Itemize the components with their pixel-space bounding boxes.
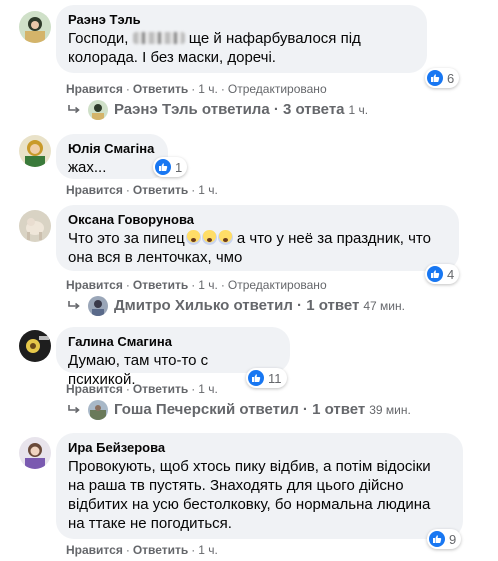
like-button[interactable]: Нравится	[66, 382, 123, 396]
comment-time[interactable]: 1 ч.	[198, 183, 218, 197]
view-replies[interactable]: Гоша Печерский ответил · 1 ответ 39 мин.	[66, 400, 411, 420]
comment-bubble: Раэнэ Тэль Господи, ще й нафарбувалося п…	[56, 5, 427, 73]
comment-actions: Нравится · Ответить · 1 ч.	[66, 182, 218, 198]
reaction-count[interactable]: 4	[425, 264, 460, 284]
avatar	[88, 100, 108, 120]
separator: ·	[191, 82, 196, 96]
reply-arrow-icon	[66, 402, 82, 418]
like-count: 11	[268, 370, 282, 386]
comment-actions: Нравится · Ответить · 1 ч.	[66, 381, 218, 397]
replies-summary[interactable]: Гоша Печерский ответил · 1 ответ	[114, 400, 365, 420]
like-icon	[427, 70, 443, 86]
reaction-count[interactable]: 9	[427, 529, 462, 549]
edited-label[interactable]: Отредактировано	[228, 278, 327, 292]
separator: ·	[220, 82, 225, 96]
like-icon	[429, 531, 445, 547]
separator: ·	[125, 543, 130, 557]
like-count: 4	[447, 266, 455, 282]
comment-author[interactable]: Юлія Смагіна	[68, 141, 156, 157]
replies-time: 47 мин.	[363, 299, 405, 313]
comments-feed: Раэнэ Тэль Господи, ще й нафарбувалося п…	[0, 0, 498, 561]
like-button[interactable]: Нравится	[66, 278, 123, 292]
replies-summary[interactable]: Дмитро Хилько ответил · 1 ответ	[114, 296, 359, 316]
screaming-emoji-icon	[217, 230, 233, 245]
like-button[interactable]: Нравится	[66, 82, 123, 96]
reply-button[interactable]: Ответить	[133, 183, 188, 197]
comment-time[interactable]: 1 ч.	[198, 543, 218, 557]
like-count: 1	[175, 159, 183, 175]
like-count: 6	[447, 70, 455, 86]
redacted-word	[132, 32, 185, 44]
comment-time[interactable]: 1 ч.	[198, 278, 218, 292]
like-button[interactable]: Нравится	[66, 183, 123, 197]
comment-time[interactable]: 1 ч.	[198, 382, 218, 396]
replies-time: 39 мин.	[369, 403, 411, 417]
avatar[interactable]	[19, 437, 51, 469]
avatar	[88, 296, 108, 316]
separator: ·	[191, 543, 196, 557]
avatar[interactable]	[19, 330, 51, 362]
avatar	[88, 400, 108, 420]
view-replies[interactable]: Дмитро Хилько ответил · 1 ответ 47 мин.	[66, 296, 405, 316]
screaming-emoji-icon	[201, 230, 217, 245]
separator: ·	[191, 278, 196, 292]
comment-text: жах...	[68, 159, 107, 176]
comment-time[interactable]: 1 ч.	[198, 82, 218, 96]
separator: ·	[191, 183, 196, 197]
replies-time: 1 ч.	[348, 103, 369, 117]
separator: ·	[191, 382, 196, 396]
reply-button[interactable]: Ответить	[133, 382, 188, 396]
comment-actions: Нравится · Ответить · 1 ч. · Отредактировано	[66, 277, 327, 293]
reply-button[interactable]: Ответить	[133, 543, 188, 557]
comment-bubble: Оксана Говорунова Что это за пипец а что…	[56, 205, 459, 271]
comment-bubble: Галина Смагина Думаю, там что-то с психи…	[56, 327, 290, 388]
comment-text: Что это за пипец а что у неё за праздник…	[68, 230, 436, 266]
replies-summary[interactable]: Раэнэ Тэль ответила · 3 ответа	[114, 100, 345, 120]
comment-bubble: Ира Бейзерова Провокують, щоб хтось пику…	[56, 433, 463, 539]
edited-label[interactable]: Отредактировано	[228, 82, 327, 96]
view-replies[interactable]: Раэнэ Тэль ответила · 3 ответа 1 ч.	[66, 100, 368, 120]
comment-actions: Нравится · Ответить · 1 ч. · Отредактировано	[66, 81, 327, 97]
reply-button[interactable]: Ответить	[133, 278, 188, 292]
reaction-count[interactable]: 6	[425, 68, 460, 88]
like-icon	[427, 266, 443, 282]
separator: ·	[220, 278, 225, 292]
comment-text: Провокують, щоб хтось пику відбив, а пот…	[68, 458, 435, 532]
comment-author[interactable]: Галина Смагина	[68, 334, 278, 350]
comment-author[interactable]: Ира Бейзерова	[68, 440, 451, 456]
comment-text: Господи, ще й нафарбувалося під колорада…	[68, 30, 365, 66]
separator: ·	[125, 382, 130, 396]
like-count: 9	[449, 531, 457, 547]
avatar[interactable]	[19, 11, 51, 43]
avatar[interactable]	[19, 210, 51, 242]
separator: ·	[125, 183, 130, 197]
reply-arrow-icon	[66, 102, 82, 118]
like-icon	[155, 159, 171, 175]
comment-author[interactable]: Раэнэ Тэль	[68, 12, 415, 28]
reaction-count[interactable]: 11	[246, 368, 287, 388]
comment-author[interactable]: Оксана Говорунова	[68, 212, 447, 228]
comment-actions: Нравится · Ответить · 1 ч.	[66, 542, 218, 558]
comment-bubble: Юлія Смагіна жах...	[56, 134, 168, 179]
screaming-emoji-icon	[185, 230, 201, 245]
separator: ·	[125, 278, 130, 292]
reply-button[interactable]: Ответить	[133, 82, 188, 96]
like-button[interactable]: Нравится	[66, 543, 123, 557]
reaction-count[interactable]: 1	[153, 157, 188, 177]
like-icon	[248, 370, 264, 386]
reply-arrow-icon	[66, 298, 82, 314]
avatar[interactable]	[19, 135, 51, 167]
separator: ·	[125, 82, 130, 96]
